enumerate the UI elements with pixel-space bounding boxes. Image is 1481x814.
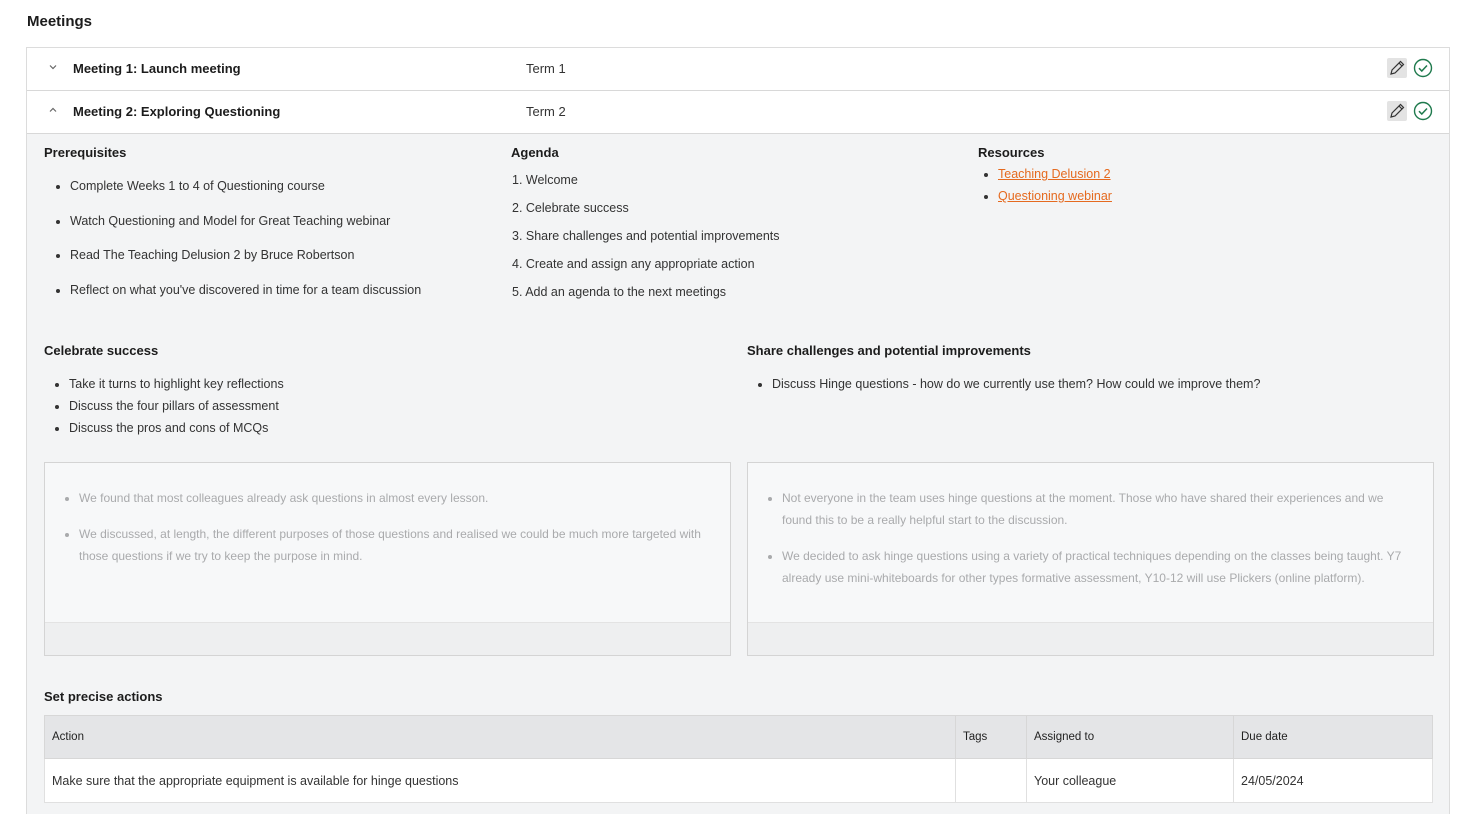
challenges-notes-editor[interactable]: Not everyone in the team uses hinge ques… bbox=[747, 462, 1434, 656]
chevron-down-icon[interactable] bbox=[47, 61, 59, 73]
action-cell[interactable]: Make sure that the appropriate equipment… bbox=[44, 758, 956, 803]
agenda-list: 1. Welcome 2. Celebrate success 3. Share… bbox=[512, 173, 780, 313]
list-item: Reflect on what you've discovered in tim… bbox=[70, 283, 421, 318]
meeting-title[interactable]: Meeting 1: Launch meeting bbox=[73, 61, 241, 76]
edit-meeting-button[interactable] bbox=[1387, 101, 1407, 121]
list-item: Complete Weeks 1 to 4 of Questioning cou… bbox=[70, 179, 421, 214]
list-item: Watch Questioning and Model for Great Te… bbox=[70, 214, 421, 249]
resources-title: Resources bbox=[978, 145, 1045, 160]
due-date-cell[interactable]: 24/05/2024 bbox=[1233, 758, 1433, 803]
list-item: Discuss Hinge questions - how do we curr… bbox=[772, 377, 1260, 399]
celebrate-list: Take it turns to highlight key reflectio… bbox=[44, 377, 284, 443]
notes-list: Not everyone in the team uses hinge ques… bbox=[766, 487, 1415, 603]
column-header-assigned-to: Assigned to bbox=[1026, 715, 1234, 759]
complete-meeting-button[interactable] bbox=[1413, 101, 1433, 121]
check-circle-icon bbox=[1413, 58, 1433, 78]
list-item: 5. Add an agenda to the next meetings bbox=[512, 285, 727, 299]
pencil-icon bbox=[1390, 60, 1405, 75]
notes-list: We found that most colleagues already as… bbox=[63, 487, 712, 581]
check-circle-icon bbox=[1413, 101, 1433, 121]
meeting-title[interactable]: Meeting 2: Exploring Questioning bbox=[73, 104, 280, 119]
list-item: Teaching Delusion 2 bbox=[998, 167, 1112, 189]
list-item: Read The Teaching Delusion 2 by Bruce Ro… bbox=[70, 248, 421, 283]
agenda-title: Agenda bbox=[511, 145, 559, 160]
list-item: 3. Share challenges and potential improv… bbox=[512, 229, 780, 243]
column-header-tags: Tags bbox=[955, 715, 1027, 759]
list-item: We discussed, at length, the different p… bbox=[79, 523, 712, 567]
meeting-2-header[interactable]: Meeting 2: Exploring Questioning Term 2 bbox=[27, 91, 1449, 134]
actions-table: Action Tags Assigned to Due date Make su… bbox=[44, 715, 1433, 803]
column-header-due-date: Due date bbox=[1233, 715, 1433, 759]
list-item: 2. Celebrate success bbox=[512, 201, 629, 215]
celebrate-notes-editor[interactable]: We found that most colleagues already as… bbox=[44, 462, 731, 656]
assigned-cell[interactable]: Your colleague bbox=[1026, 758, 1234, 803]
list-item: 4. Create and assign any appropriate act… bbox=[512, 257, 755, 271]
column-header-action: Action bbox=[44, 715, 956, 759]
list-item: Questioning webinar bbox=[998, 189, 1112, 211]
notes-footer bbox=[748, 622, 1433, 655]
meeting-term: Term 2 bbox=[526, 104, 566, 119]
table-header-row: Action Tags Assigned to Due date bbox=[44, 715, 1433, 759]
prerequisites-list: Complete Weeks 1 to 4 of Questioning cou… bbox=[44, 179, 421, 317]
actions-title: Set precise actions bbox=[44, 689, 163, 704]
meeting-term: Term 1 bbox=[526, 61, 566, 76]
list-item: Not everyone in the team uses hinge ques… bbox=[782, 487, 1415, 531]
page-title: Meetings bbox=[27, 13, 93, 30]
notes-text-area: Not everyone in the team uses hinge ques… bbox=[748, 463, 1433, 623]
notes-footer bbox=[45, 622, 730, 655]
list-item: Discuss the pros and cons of MCQs bbox=[69, 421, 284, 443]
prerequisites-title: Prerequisites bbox=[44, 145, 127, 160]
list-item: 1. Welcome bbox=[512, 173, 578, 187]
notes-text-area: We found that most colleagues already as… bbox=[45, 463, 730, 623]
list-item: Discuss the four pillars of assessment bbox=[69, 399, 284, 421]
list-item: We found that most colleagues already as… bbox=[79, 487, 712, 509]
table-row[interactable]: Make sure that the appropriate equipment… bbox=[44, 758, 1433, 803]
list-item: Take it turns to highlight key reflectio… bbox=[69, 377, 284, 399]
resource-link-questioning-webinar[interactable]: Questioning webinar bbox=[998, 189, 1112, 203]
chevron-up-icon[interactable] bbox=[47, 104, 59, 116]
challenges-title: Share challenges and potential improveme… bbox=[747, 343, 1031, 358]
complete-meeting-button[interactable] bbox=[1413, 58, 1433, 78]
tags-cell[interactable] bbox=[955, 758, 1027, 803]
edit-meeting-button[interactable] bbox=[1387, 58, 1407, 78]
meeting-1-header[interactable]: Meeting 1: Launch meeting Term 1 bbox=[27, 48, 1449, 91]
meetings-accordion: Meeting 1: Launch meeting Term 1 Meeting… bbox=[26, 47, 1450, 814]
meeting-2-details: Prerequisites Complete Weeks 1 to 4 of Q… bbox=[27, 134, 1449, 814]
list-item: We decided to ask hinge questions using … bbox=[782, 545, 1415, 589]
challenges-list: Discuss Hinge questions - how do we curr… bbox=[747, 377, 1260, 399]
resource-link-teaching-delusion[interactable]: Teaching Delusion 2 bbox=[998, 167, 1111, 181]
pencil-icon bbox=[1390, 103, 1405, 118]
celebrate-title: Celebrate success bbox=[44, 343, 159, 358]
resources-list: Teaching Delusion 2 Questioning webinar bbox=[973, 167, 1112, 211]
